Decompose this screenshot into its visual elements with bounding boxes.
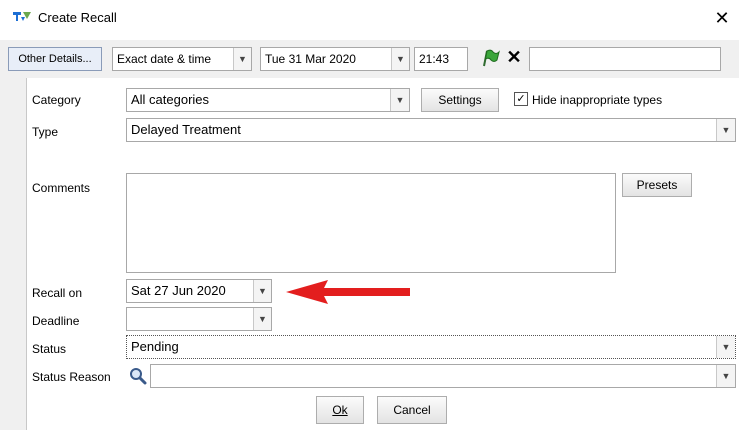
category-value: All categories	[131, 92, 210, 107]
settings-button[interactable]: Settings	[421, 88, 499, 112]
chevron-down-icon[interactable]: ▼	[253, 280, 271, 302]
presets-label: Presets	[636, 178, 678, 192]
presets-button[interactable]: Presets	[622, 173, 692, 197]
status-reason-label: Status Reason	[32, 370, 111, 384]
date-mode-select[interactable]: Exact date & time	[112, 47, 252, 71]
chevron-down-icon[interactable]: ▼	[390, 89, 409, 111]
recall-on-field[interactable]: Sat 27 Jun 2020	[126, 279, 272, 303]
status-value: Pending	[131, 339, 179, 354]
extra-input[interactable]	[529, 47, 721, 71]
chevron-down-icon[interactable]: ▼	[233, 48, 251, 70]
other-details-label: Other Details...	[18, 53, 92, 65]
recall-on-label: Recall on	[32, 286, 83, 300]
other-details-button[interactable]: Other Details...	[8, 47, 102, 71]
type-label: Type	[32, 125, 59, 139]
app-logo-icon	[12, 9, 32, 29]
recall-on-value: Sat 27 Jun 2020	[131, 283, 226, 298]
chevron-down-icon[interactable]: ▼	[391, 48, 409, 70]
time-value: 21:43	[419, 52, 450, 66]
window-title: Create Recall	[38, 10, 117, 25]
cancel-x-icon[interactable]: ✕	[504, 46, 524, 68]
time-field[interactable]: 21:43	[414, 47, 468, 71]
status-select[interactable]: Pending	[126, 335, 736, 359]
chevron-down-icon[interactable]: ▼	[253, 308, 271, 330]
comments-textarea[interactable]	[126, 173, 616, 273]
comments-label: Comments	[32, 181, 91, 195]
ok-button[interactable]: Ok	[316, 396, 364, 424]
deadline-label: Deadline	[32, 314, 80, 328]
hide-types-checkbox[interactable]: ✓	[514, 92, 528, 106]
date-value: Tue 31 Mar 2020	[265, 52, 356, 66]
magnifier-icon[interactable]	[128, 366, 148, 386]
chevron-down-icon[interactable]: ▼	[716, 365, 735, 387]
category-select[interactable]: All categories	[126, 88, 410, 112]
chevron-down-icon[interactable]: ▼	[716, 336, 735, 358]
flag-icon[interactable]	[481, 48, 501, 68]
chevron-down-icon[interactable]: ▼	[716, 119, 735, 141]
status-label: Status	[32, 342, 67, 356]
close-button[interactable]: ✕	[712, 8, 732, 28]
ok-label: Ok	[332, 403, 348, 417]
settings-label: Settings	[438, 93, 482, 107]
type-value: Delayed Treatment	[131, 122, 241, 137]
deadline-field[interactable]	[126, 307, 272, 331]
hide-types-label: Hide inappropriate types	[532, 93, 663, 107]
type-select[interactable]: Delayed Treatment	[126, 118, 736, 142]
annotation-arrow	[284, 279, 412, 305]
cancel-label: Cancel	[393, 403, 431, 417]
date-field[interactable]: Tue 31 Mar 2020	[260, 47, 410, 71]
category-label: Category	[32, 93, 81, 107]
cancel-button[interactable]: Cancel	[377, 396, 447, 424]
status-reason-select[interactable]	[150, 364, 736, 388]
date-mode-value: Exact date & time	[117, 52, 212, 66]
